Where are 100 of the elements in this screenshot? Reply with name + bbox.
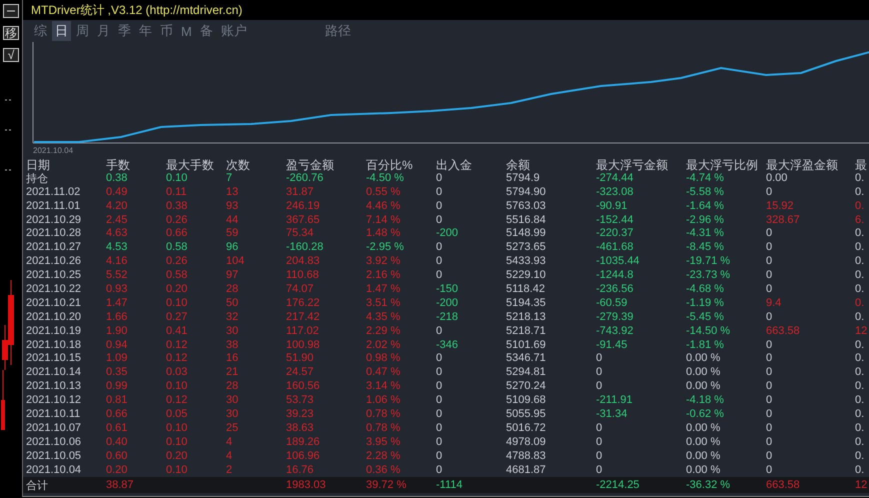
table-cell: -19.71 % [686, 255, 730, 268]
table-cell: -4.50 % [366, 172, 404, 184]
table-cell: -5.45 % [686, 310, 724, 323]
table-cell: 367.65 [286, 214, 320, 226]
table-cell: 217.42 [286, 310, 320, 323]
table-cell: -152.44 [596, 214, 634, 226]
table-cell: 16 [226, 352, 238, 364]
tab[interactable]: 年 [136, 21, 155, 41]
table-cell: 0. [855, 227, 864, 240]
table-cell: 7 [226, 172, 232, 184]
column-header: 最大浮亏比例 [686, 157, 758, 173]
table-cell: 74.07 [286, 282, 314, 295]
table-cell: 0 [766, 450, 772, 462]
column-header: 最大浮亏金额 [596, 157, 668, 173]
tab[interactable]: M [178, 22, 195, 40]
table-cell: -2214.25 [596, 479, 640, 492]
table-cell: 0. [855, 282, 864, 295]
table-cell: -91.45 [596, 338, 628, 351]
tab[interactable]: 币 [157, 21, 176, 41]
tab[interactable]: 月 [94, 21, 113, 41]
table-cell: 0.00 % [686, 380, 720, 392]
table-cell-text: 持仓 [26, 172, 48, 186]
table-cell: -23.73 % [686, 269, 730, 282]
table-cell: 0.26 [166, 214, 188, 226]
table-cell: 0.41 [166, 324, 188, 337]
table-cell: 59 [226, 227, 238, 240]
table-cell: 0.93 [106, 282, 128, 295]
tab[interactable]: 路径 [322, 21, 354, 41]
table-cell: 12 [855, 479, 868, 492]
side-button[interactable]: 移 [3, 26, 19, 40]
table-cell: 0 [766, 380, 772, 392]
table-cell: 0. [855, 241, 864, 254]
tab[interactable]: 账户 [218, 21, 250, 41]
table-cell: 5794.90 [506, 186, 546, 198]
table-cell: 4.16 [106, 255, 128, 268]
table-cell: 21 [226, 366, 238, 378]
table-cell: 0 [766, 269, 772, 282]
table-cell: 2 [226, 464, 232, 476]
table-cell: 0. [855, 352, 864, 364]
table-cell: 0 [596, 436, 602, 448]
table-cell: 663.58 [766, 479, 800, 492]
side-button[interactable]: √ [3, 48, 19, 62]
table-cell: 0.05 [166, 408, 188, 420]
table-cell: 0 [436, 241, 442, 254]
table-cell: 0 [766, 186, 772, 198]
table-cell: 0.10 [166, 464, 188, 476]
table-cell: 28 [226, 282, 238, 295]
table-cell: -4.31 % [686, 227, 724, 240]
table-cell: 5109.68 [506, 394, 546, 406]
table-cell: 9.4 [766, 296, 782, 309]
table-cell: -2.96 % [686, 214, 724, 226]
table-cell: -1244.8 [596, 269, 634, 282]
table-cell: 0.38 [166, 200, 188, 212]
table-cell: 0. [855, 394, 864, 406]
table-cell: 5346.71 [506, 352, 546, 364]
table-cell: 2021.10.28 [26, 227, 82, 240]
table-cell: 0. [855, 408, 864, 420]
table-cell: 0. [855, 464, 864, 476]
table-cell: 0.00 [766, 172, 788, 184]
table-cell: 0 [436, 366, 442, 378]
table-cell: 0. [855, 200, 864, 212]
table-cell: 0.20 [166, 282, 188, 295]
table-cell: 0.27 [166, 310, 188, 323]
table-cell: 0 [436, 352, 442, 364]
table-cell: 0. [855, 172, 864, 184]
table-cell: 5273.65 [506, 241, 546, 254]
table-cell: 5.52 [106, 269, 128, 282]
column-header: 最 [855, 157, 867, 173]
table-cell: -4.68 % [686, 282, 724, 295]
table-cell: -5.58 % [686, 186, 724, 198]
table-cell: 1.06 % [366, 394, 400, 406]
table-cell: -461.68 [596, 241, 634, 254]
table-cell: 2.45 [106, 214, 128, 226]
table-cell: 1983.03 [286, 479, 326, 492]
table-cell: 4978.09 [506, 436, 546, 448]
table-cell: 2021.10.21 [26, 296, 82, 309]
table-cell: 2021.10.27 [26, 241, 82, 254]
tab[interactable]: 备 [196, 21, 216, 41]
minimize-icon[interactable] [3, 4, 19, 18]
table-cell: 0.10 [166, 172, 188, 184]
tab[interactable]: 季 [115, 21, 134, 41]
table-cell: 2021.10.04 [26, 464, 82, 476]
table-cell: 2021.10.12 [26, 394, 82, 406]
table-cell: 4 [226, 436, 232, 448]
table-cell: 97 [226, 269, 238, 282]
tab[interactable]: 综 [31, 21, 50, 41]
table-cell: -236.56 [596, 282, 634, 295]
table-cell: 2.29 % [366, 324, 400, 337]
table-cell: 0 [436, 255, 442, 268]
table-cell: 0.12 [166, 338, 188, 351]
table-cell: -274.44 [596, 172, 634, 184]
tab[interactable]: 周 [73, 21, 92, 41]
table-cell: 0.00 % [686, 464, 720, 476]
table-cell: 3.95 % [366, 436, 400, 448]
table-cell: 0.78 % [366, 408, 400, 420]
table-cell: 160.56 [286, 380, 320, 392]
tab[interactable]: 日 [52, 21, 71, 41]
table-cell: 3.14 % [366, 380, 400, 392]
table-cell: 38 [226, 338, 238, 351]
table-cell: 0.38 [106, 172, 128, 184]
